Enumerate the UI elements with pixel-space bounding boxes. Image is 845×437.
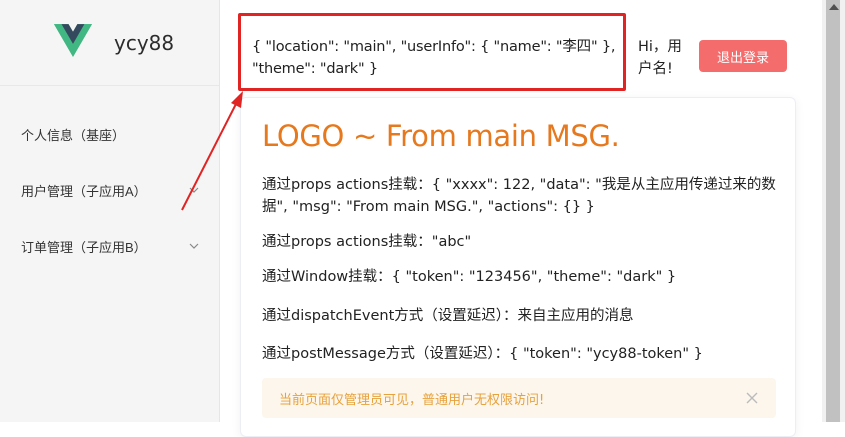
window-mount-line: 通过Window挂载：{ "token": "123456", "theme":… (262, 269, 677, 285)
scrollbar-thumb[interactable] (826, 0, 840, 422)
vue-logo-icon (54, 23, 92, 62)
sidebar-item-profile[interactable]: 个人信息（基座） (0, 120, 220, 148)
user-greeting: Hi，用 户名! (638, 36, 698, 80)
sidebar-item-order-management[interactable]: 订单管理（子应用B） (0, 232, 220, 260)
greeting-line: Hi，用 (638, 39, 682, 55)
props-actions-line: 通过props actions挂载："abc" (262, 234, 472, 250)
post-message-line: 通过postMessage方式（设置延迟）：{ "token": "ycy88-… (262, 346, 703, 362)
props-json-highlight-box: { "location": "main", "userInfo": { "nam… (238, 13, 626, 91)
greeting-line: 户名! (638, 61, 673, 77)
sidebar-item-label: 用户管理（子应用A） (21, 183, 147, 199)
sidebar: ycy88 个人信息（基座） 用户管理（子应用A） 订单管理（子应用B） (0, 0, 220, 422)
sidebar-item-label: 个人信息（基座） (21, 127, 126, 143)
scroll-up-arrow-icon[interactable] (829, 4, 839, 10)
props-json-line: "theme": "dark" } (252, 61, 378, 77)
chevron-down-icon (189, 243, 199, 249)
logout-button[interactable]: 退出登录 (699, 40, 787, 72)
props-json-line: { "location": "main", "userInfo": { "nam… (252, 39, 616, 55)
chevron-down-icon (189, 187, 199, 193)
page-title: LOGO ~ From main MSG. (262, 119, 620, 153)
alert-text: 当前页面仅管理员可见，普通用户无权限访问! (279, 392, 545, 408)
dispatch-event-line: 通过dispatchEvent方式（设置延迟）：来自主应用的消息 (262, 308, 634, 324)
close-icon[interactable] (743, 389, 761, 407)
props-actions-line: 通过props actions挂载：{ "xxxx": 122, "data":… (262, 177, 776, 215)
permission-alert: 当前页面仅管理员可见，普通用户无权限访问! (262, 378, 776, 418)
sidebar-item-label: 订单管理（子应用B） (21, 239, 147, 255)
brand: ycy88 (0, 0, 219, 86)
sidebar-item-user-management[interactable]: 用户管理（子应用A） (0, 176, 220, 204)
brand-name: ycy88 (114, 30, 175, 55)
